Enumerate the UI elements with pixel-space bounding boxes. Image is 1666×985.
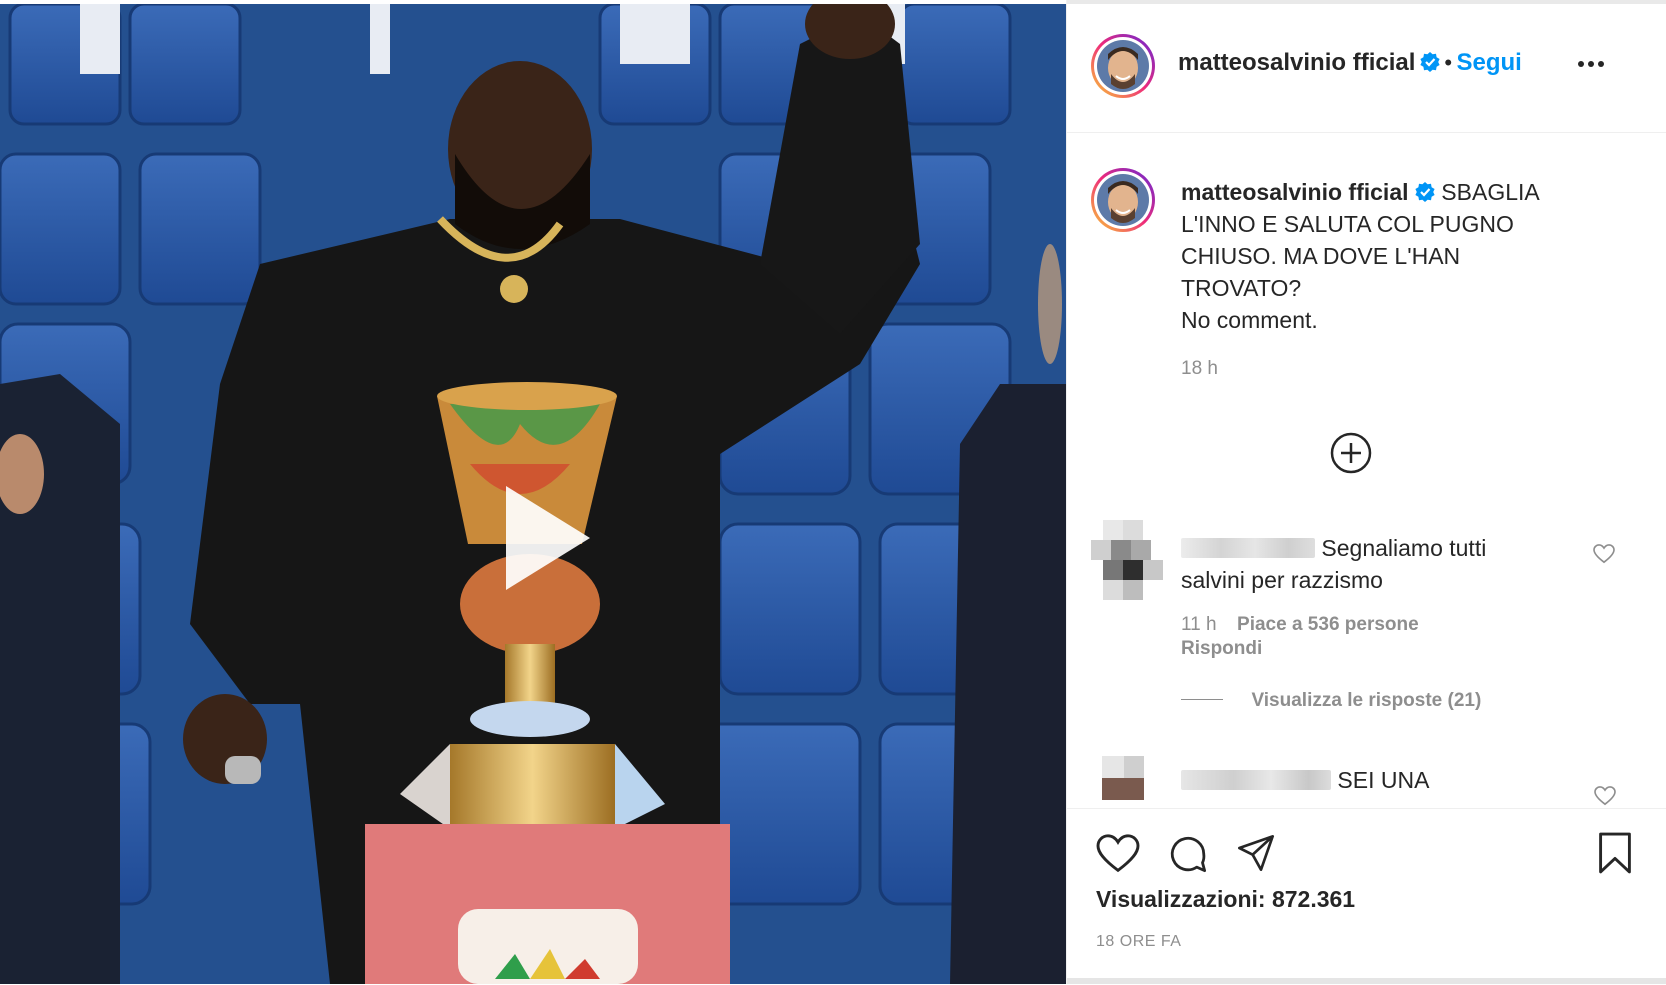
caption-username[interactable]: matteosalvinio fficial (1181, 179, 1409, 205)
post-sidebar: matteosalvinio fficial • Segui matteosal… (1066, 0, 1666, 984)
header-user-row: matteosalvinio fficial • Segui (1178, 49, 1522, 77)
bottom-divider (1067, 978, 1666, 984)
follow-button[interactable]: Segui (1456, 49, 1521, 76)
caption-text-line2: L'INNO E SALUTA COL PUGNO (1181, 211, 1514, 237)
caption-avatar[interactable] (1091, 168, 1155, 232)
comment-time[interactable]: 11 h (1181, 614, 1217, 635)
caption-text-line1: SBAGLIA (1441, 179, 1540, 205)
view-replies[interactable]: Visualizza le risposte (21) (1181, 690, 1581, 712)
comment-like-icon[interactable] (1593, 544, 1615, 564)
caption-time[interactable]: 18 h (1181, 358, 1641, 380)
comment-author-redacted[interactable] (1181, 538, 1315, 558)
comment-item-2: SEI UNA (1068, 756, 1666, 806)
avatar-image (1097, 40, 1149, 92)
heart-icon[interactable] (1096, 834, 1140, 874)
comment-2-text-line1: SEI UNA (1337, 767, 1430, 793)
caption-text-line5: No comment. (1181, 307, 1318, 333)
comment-avatar-2[interactable] (1102, 756, 1144, 800)
post-time-ago[interactable]: 18 ORE FA (1096, 933, 1181, 951)
comment-likes[interactable]: Piace a 536 persone (1237, 614, 1419, 635)
caption-text-line3: CHIUSO. MA DOVE L'HAN (1181, 243, 1461, 269)
caption-verified-icon (1415, 182, 1435, 202)
post-header: matteosalvinio fficial • Segui (1067, 0, 1666, 133)
caption: matteosalvinio fficial SBAGLIA L'INNO E … (1181, 176, 1641, 380)
caption-avatar-image (1097, 174, 1149, 226)
post-username[interactable]: matteosalvinio fficial (1178, 49, 1415, 76)
view-count: Visualizzazioni: 872.361 (1096, 886, 1356, 912)
post-actions: Visualizzazioni: 872.361 18 ORE FA (1067, 808, 1666, 985)
comment-avatar-pixelated (1091, 520, 1163, 600)
post-video[interactable] (0, 4, 1066, 984)
bookmark-icon[interactable] (1597, 831, 1633, 875)
replies-line (1181, 699, 1223, 700)
comment-author-redacted-2[interactable] (1181, 770, 1331, 790)
comment-icon[interactable] (1167, 833, 1209, 875)
more-options-icon[interactable] (1577, 56, 1605, 72)
comment-text-line2: salvini per razzismo (1181, 567, 1383, 593)
comment-2-like-icon[interactable] (1594, 786, 1616, 806)
plus-circle-icon[interactable] (1329, 431, 1373, 475)
caption-text-line4: TROVATO? (1181, 275, 1302, 301)
comment-text-line1: Segnaliamo tutti (1321, 535, 1487, 561)
verified-icon (1420, 52, 1440, 72)
comment-item: Segnaliamo tutti salvini per razzismo 11… (1181, 532, 1581, 712)
follow-separator: • (1444, 50, 1453, 75)
comment-reply-button[interactable]: Rispondi (1181, 638, 1581, 660)
share-icon[interactable] (1236, 833, 1276, 873)
view-replies-label[interactable]: Visualizza le risposte (21) (1251, 690, 1481, 711)
author-avatar[interactable] (1091, 34, 1155, 98)
comment-avatar[interactable] (1091, 520, 1163, 605)
play-icon[interactable] (478, 478, 598, 598)
